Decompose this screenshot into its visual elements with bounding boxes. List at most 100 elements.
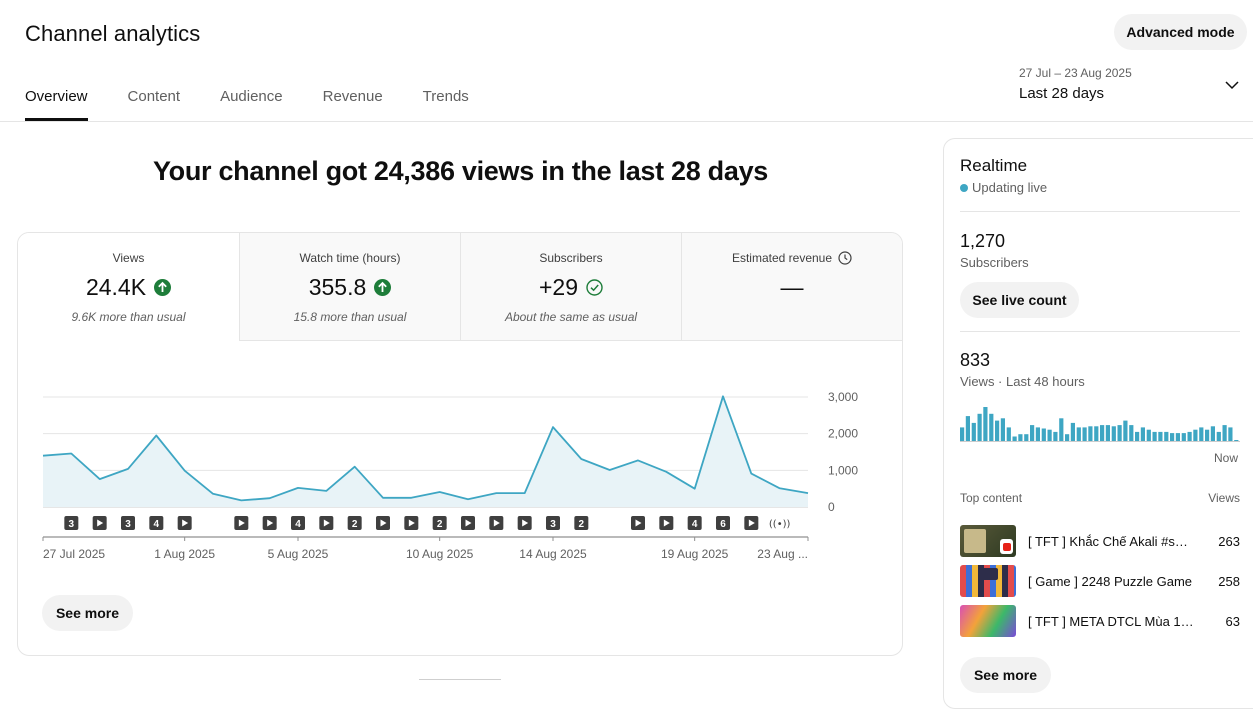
- realtime-bar: [1024, 434, 1029, 441]
- video-views: 258: [1218, 573, 1240, 589]
- views-area: [43, 396, 808, 507]
- top-content-label: Top content: [960, 491, 1023, 505]
- page-title: Channel analytics: [25, 21, 201, 46]
- y-tick-label: 2,000: [828, 427, 858, 441]
- realtime-status-text: Updating live: [972, 180, 1048, 195]
- views-column-label: Views: [1208, 491, 1240, 505]
- realtime-bar: [1175, 433, 1180, 441]
- realtime-bar: [1059, 418, 1064, 441]
- realtime-bar: [1187, 431, 1192, 441]
- tab-revenue[interactable]: Revenue: [323, 88, 383, 121]
- chevron-down-icon: [1225, 81, 1239, 90]
- realtime-title: Realtime: [960, 156, 1028, 175]
- metric-tabs: Views 24.4K 9.6K more than usual Watch t…: [18, 233, 902, 341]
- tab-content[interactable]: Content: [128, 88, 181, 121]
- upload-count: 3: [125, 519, 131, 530]
- video-thumbnail: [960, 605, 1016, 637]
- metric-comparison: About the same as usual: [504, 310, 638, 324]
- y-tick-label: 0: [828, 500, 835, 514]
- top-content-item[interactable]: [ Game ] 2248 Puzzle Game 258: [960, 565, 1240, 597]
- realtime-bar: [1006, 427, 1011, 441]
- check-circle-icon: [586, 278, 603, 296]
- tab-trends[interactable]: Trends: [423, 88, 469, 121]
- video-thumbnail: [960, 525, 1016, 557]
- metric-label: Subscribers: [539, 251, 603, 265]
- tab-overview[interactable]: Overview: [25, 88, 88, 121]
- video-thumbnail: [960, 565, 1016, 597]
- realtime-bar: [977, 413, 982, 441]
- metric-tab-subscribers[interactable]: Subscribers +29 About the same as usual: [460, 233, 681, 341]
- realtime-bar: [971, 422, 976, 441]
- metric-label: Estimated revenue: [731, 251, 833, 265]
- realtime-bar: [1135, 431, 1140, 441]
- realtime-bar: [1076, 427, 1081, 441]
- realtime-bar: [1205, 429, 1210, 441]
- date-range-picker[interactable]: 27 Jul – 23 Aug 2025 Last 28 days: [1019, 66, 1241, 106]
- realtime-bar: [1053, 431, 1058, 441]
- metric-tab-estimated-revenue[interactable]: Estimated revenue —: [681, 233, 902, 341]
- metric-label: Views: [112, 251, 145, 265]
- realtime-bar: [960, 427, 965, 441]
- metric-comparison: 15.8 more than usual: [293, 310, 407, 324]
- x-tick-label: 10 Aug 2025: [406, 547, 474, 561]
- tab-bar: Overview Content Audience Revenue Trends: [25, 88, 509, 121]
- see-more-button[interactable]: See more: [960, 657, 1051, 693]
- realtime-subscribers-label: Subscribers: [960, 255, 1029, 270]
- tab-audience[interactable]: Audience: [220, 88, 283, 121]
- realtime-bar: [1030, 425, 1035, 441]
- metric-tab-views[interactable]: Views 24.4K 9.6K more than usual: [18, 233, 239, 341]
- see-more-button[interactable]: See more: [42, 595, 133, 631]
- realtime-bar: [1094, 426, 1099, 441]
- date-range-dates: 27 Jul – 23 Aug 2025: [1019, 66, 1132, 80]
- realtime-bar: [1216, 431, 1221, 441]
- metric-value: +29: [538, 273, 578, 300]
- realtime-bar: [1129, 425, 1134, 441]
- realtime-card: Realtime Updating live 1,270 Subscribers…: [943, 138, 1253, 709]
- overview-headline: Your channel got 24,386 views in the las…: [152, 156, 769, 186]
- realtime-bar: [1082, 427, 1087, 441]
- realtime-subscribers-value: 1,270: [960, 231, 1006, 251]
- realtime-bar: [1105, 425, 1110, 441]
- advanced-mode-button[interactable]: Advanced mode: [1114, 14, 1247, 50]
- realtime-bar: [1199, 427, 1204, 441]
- x-tick-label: 23 Aug ...: [757, 547, 808, 561]
- scroll-indicator: [419, 679, 501, 680]
- see-live-count-button[interactable]: See live count: [960, 282, 1079, 318]
- realtime-views-value: 833: [960, 350, 991, 370]
- realtime-bar: [1140, 427, 1145, 441]
- realtime-bar: [1070, 422, 1075, 441]
- top-content-item[interactable]: [ TFT ] Khắc Chế Akali #shorts 263: [960, 525, 1240, 557]
- upload-count: 4: [295, 519, 301, 530]
- date-range-label: Last 28 days: [1019, 85, 1105, 102]
- divider: [960, 211, 1240, 212]
- realtime-bar: [1146, 429, 1151, 441]
- metric-tab-watch-time[interactable]: Watch time (hours) 355.8 15.8 more than …: [239, 233, 460, 341]
- top-content-item[interactable]: [ TFT ] META DTCL Mùa 15 - Đội hình 63: [960, 605, 1240, 637]
- realtime-bar: [1164, 431, 1169, 441]
- live-dot-icon: [960, 183, 968, 192]
- realtime-bar: [1123, 420, 1128, 441]
- realtime-bar: [1228, 427, 1233, 441]
- realtime-bar: [995, 420, 1000, 441]
- x-tick-label: 27 Jul 2025: [43, 547, 105, 561]
- metric-label: Watch time (hours): [299, 251, 401, 265]
- realtime-bar: [1152, 431, 1157, 441]
- realtime-bar: [989, 413, 994, 441]
- realtime-bar: [1018, 434, 1023, 441]
- upload-count: 2: [437, 519, 443, 530]
- realtime-bar: [1158, 431, 1163, 441]
- y-tick-label: 3,000: [828, 390, 858, 404]
- arrow-up-icon: [374, 278, 392, 296]
- realtime-bar: [1234, 440, 1239, 441]
- video-title: [ Game ] 2248 Puzzle Game: [1028, 573, 1193, 589]
- header-divider: [0, 121, 1253, 122]
- upload-count: 3: [550, 519, 556, 530]
- realtime-bar: [1222, 425, 1227, 441]
- x-tick-label: 5 Aug 2025: [268, 547, 329, 561]
- upload-count: 2: [579, 519, 585, 530]
- x-tick-label: 14 Aug 2025: [519, 547, 587, 561]
- upload-count: 3: [69, 519, 75, 530]
- realtime-bar: [1065, 434, 1070, 441]
- y-tick-label: 1,000: [828, 463, 858, 477]
- x-tick-label: 1 Aug 2025: [154, 547, 215, 561]
